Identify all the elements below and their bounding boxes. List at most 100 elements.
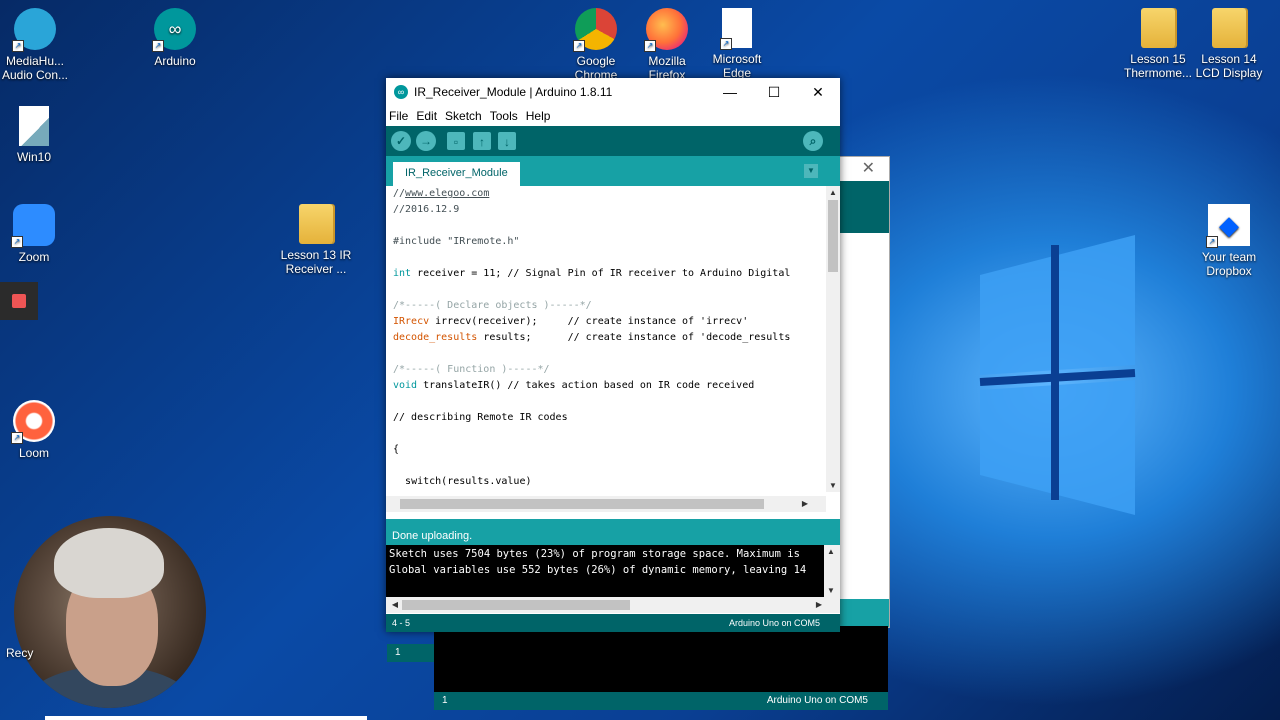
win10-file-icon — [19, 106, 49, 146]
serial-monitor-icon[interactable]: ⌕ — [803, 131, 823, 151]
code-text: #include — [393, 236, 442, 247]
new-icon[interactable]: ▫ — [447, 132, 465, 150]
code-text: receiver = 11; // Signal Pin of IR recei… — [411, 268, 791, 279]
menu-file[interactable]: File — [389, 109, 408, 123]
board-port-label: Arduino Uno on COM5 — [728, 618, 820, 628]
background-toolbar — [839, 181, 889, 233]
editor-horizontal-scrollbar[interactable]: ▶ — [386, 496, 826, 512]
scroll-thumb[interactable] — [828, 200, 838, 272]
arduino-icon: ∞ ↗ — [152, 8, 196, 52]
code-text: "IRremote.h" — [441, 236, 520, 247]
code-line: IRrecv irrecv(receiver); // create insta… — [386, 314, 826, 330]
scroll-down-icon[interactable]: ▼ — [826, 481, 840, 490]
desktop-icon-lesson15[interactable]: Lesson 15 Thermome... — [1120, 2, 1196, 80]
record-button[interactable] — [0, 282, 38, 320]
desktop-icon-firefox[interactable]: ↗ Mozilla Firefox — [629, 2, 705, 82]
video-progress-bar — [45, 716, 367, 720]
desktop-icon-win10[interactable]: Win10 — [0, 100, 72, 164]
icon-label: Arduino — [154, 54, 196, 68]
save-icon[interactable]: ↓ — [498, 132, 516, 150]
scroll-up-icon[interactable]: ▲ — [826, 188, 840, 197]
icon-label: MediaHu... Audio Con... — [1, 54, 69, 82]
icon-label: Win10 — [16, 150, 51, 164]
icon-label: Zoom — [18, 250, 50, 264]
code-line: { — [386, 442, 826, 458]
desktop-icon-lesson14[interactable]: Lesson 14 LCD Display — [1191, 2, 1267, 80]
scroll-thumb[interactable] — [402, 600, 630, 610]
maximize-icon[interactable]: ☐ — [752, 84, 796, 101]
icon-label: Lesson 15 Thermome... — [1123, 52, 1192, 80]
code-keyword: switch — [405, 476, 442, 487]
upload-status: Done uploading. — [386, 519, 840, 545]
icon-label: Loom — [18, 446, 50, 460]
editor-vertical-scrollbar[interactable]: ▲ ▼ — [826, 186, 840, 492]
webcam-person-hair — [54, 528, 164, 598]
console-vertical-scrollbar[interactable]: ▲ ▼ — [824, 545, 840, 597]
code-text: results; // create instance of 'decode_r… — [477, 332, 791, 343]
background-arduino-window[interactable]: ✕ — [838, 156, 890, 628]
menu-help[interactable]: Help — [526, 109, 551, 123]
desktop-icon-zoom[interactable]: ↗ Zoom — [0, 198, 72, 264]
file-icon: ↗ — [720, 8, 752, 50]
code-link[interactable]: www.elegoo.com — [405, 188, 489, 199]
desktop-icon-mediahuman[interactable]: ↗ MediaHu... Audio Con... — [0, 2, 73, 82]
tab-ir-receiver-module[interactable]: IR_Receiver_Module — [393, 162, 520, 186]
menu-edit[interactable]: Edit — [416, 109, 437, 123]
icon-label: Lesson 14 LCD Display — [1195, 52, 1263, 80]
icon-label: Lesson 13 IR Receiver ... — [280, 248, 352, 276]
menu-sketch[interactable]: Sketch — [445, 109, 482, 123]
code-text: (results.value) — [441, 476, 532, 487]
console-horizontal-scrollbar[interactable]: ◀ ▶ — [386, 597, 840, 613]
arduino-window[interactable]: ∞ IR_Receiver_Module | Arduino 1.8.11 — … — [386, 78, 840, 632]
cursor-position: 4 - 5 — [392, 618, 411, 628]
code-line: void translateIR() // takes action based… — [386, 378, 826, 394]
close-icon[interactable]: ✕ — [839, 157, 889, 181]
code-editor[interactable]: //www.elegoo.com //2016.12.9 #include "I… — [386, 186, 826, 492]
code-line: //2016.12.9 — [386, 202, 826, 218]
background-line-number: 1 — [387, 644, 435, 662]
menu-tools[interactable]: Tools — [490, 109, 518, 123]
close-icon[interactable]: ✕ — [796, 84, 840, 101]
desktop-icon-chrome[interactable]: ↗ Google Chrome — [558, 2, 634, 82]
desktop-icon-dropbox[interactable]: ◆ ↗ Your team Dropbox — [1191, 198, 1267, 278]
code-keyword: void — [393, 380, 418, 391]
console-line: Sketch uses 7504 bytes (23%) of program … — [389, 548, 800, 560]
menu-bar: File Edit Sketch Tools Help — [386, 106, 840, 126]
desktop-icon-arduino[interactable]: ∞ ↗ Arduino — [137, 2, 213, 68]
desktop-icon-lesson13[interactable]: Lesson 13 IR Receiver ... — [278, 198, 354, 276]
code-keyword: decode_results — [393, 332, 478, 343]
scroll-left-icon[interactable]: ◀ — [388, 600, 402, 609]
dropbox-icon: ◆ ↗ — [1206, 204, 1250, 248]
loom-icon: ↗ — [11, 400, 55, 444]
title-bar[interactable]: ∞ IR_Receiver_Module | Arduino 1.8.11 — … — [386, 78, 840, 106]
output-console[interactable]: Sketch uses 7504 bytes (23%) of program … — [386, 545, 824, 597]
background-cursor-pos: 1 — [442, 695, 448, 706]
scroll-up-icon[interactable]: ▲ — [824, 547, 838, 556]
open-icon[interactable]: ↑ — [473, 132, 491, 150]
code-line: int receiver = 11; // Signal Pin of IR r… — [386, 266, 826, 282]
code-line: //www.elegoo.com — [386, 186, 826, 202]
code-text: { — [393, 444, 400, 455]
scroll-right-icon[interactable]: ▶ — [812, 600, 826, 609]
upload-icon[interactable]: → — [416, 131, 436, 151]
tab-menu-icon[interactable]: ▼ — [804, 164, 818, 178]
desktop-icon-loom[interactable]: ↗ Loom — [0, 394, 72, 460]
minimize-icon[interactable]: — — [708, 84, 752, 100]
webcam-overlay — [14, 516, 206, 708]
firefox-icon: ↗ — [644, 8, 688, 52]
verify-icon[interactable]: ✓ — [391, 131, 411, 151]
code-text: /*-----( Function )-----*/ — [393, 364, 550, 375]
scroll-down-icon[interactable]: ▼ — [824, 586, 838, 595]
mediahuman-icon: ↗ — [12, 8, 56, 52]
desktop-icon-edge[interactable]: ↗ Microsoft Edge — [699, 2, 775, 80]
code-text: //2016.12.9 — [393, 204, 460, 215]
scroll-thumb[interactable] — [400, 499, 764, 509]
scroll-right-icon[interactable]: ▶ — [798, 499, 812, 508]
